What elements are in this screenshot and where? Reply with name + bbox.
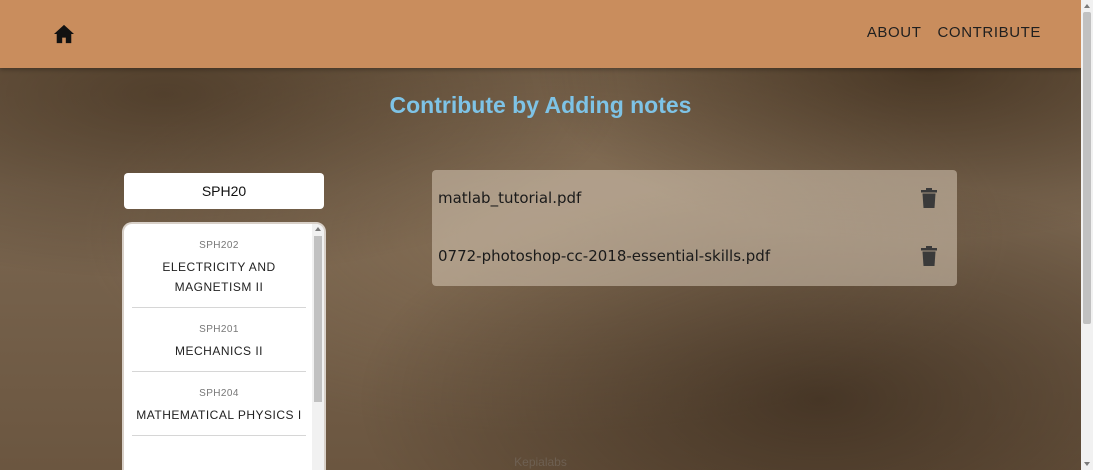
navbar: ABOUT CONTRIBUTE bbox=[0, 0, 1081, 68]
uploaded-files-panel: matlab_tutorial.pdf 0772-photoshop-cc-20… bbox=[432, 170, 957, 286]
course-search-input[interactable] bbox=[124, 173, 324, 209]
page-scrollbar[interactable] bbox=[1081, 0, 1093, 470]
course-code: SPH202 bbox=[199, 240, 239, 251]
page-scroll-thumb[interactable] bbox=[1083, 12, 1091, 324]
file-row: 0772-photoshop-cc-2018-essential-skills.… bbox=[432, 228, 957, 286]
file-row: matlab_tutorial.pdf bbox=[432, 170, 957, 228]
course-name: MATHEMATICAL PHYSICS I bbox=[136, 408, 302, 422]
page-title: Contribute by Adding notes bbox=[389, 92, 692, 118]
course-items: SPH202 ELECTRICITY AND MAGNETISM II SPH2… bbox=[132, 224, 306, 436]
course-code: SPH204 bbox=[199, 388, 239, 399]
file-name: matlab_tutorial.pdf bbox=[438, 189, 582, 207]
nav-links: ABOUT CONTRIBUTE bbox=[867, 24, 1041, 41]
course-item[interactable]: SPH201 MECHANICS II bbox=[132, 308, 306, 372]
home-icon[interactable] bbox=[53, 24, 75, 44]
nav-contribute-link[interactable]: CONTRIBUTE bbox=[938, 24, 1042, 41]
course-item[interactable]: SPH202 ELECTRICITY AND MAGNETISM II bbox=[132, 224, 306, 308]
course-list-scrollbar[interactable] bbox=[312, 224, 324, 470]
course-dropdown-list[interactable]: SPH202 ELECTRICITY AND MAGNETISM II SPH2… bbox=[122, 222, 326, 470]
footer-brand-text: Kepialabs bbox=[514, 455, 567, 469]
scroll-down-arrow-icon[interactable] bbox=[1084, 462, 1090, 466]
course-name: MECHANICS II bbox=[174, 344, 263, 358]
course-list-scroll-thumb[interactable] bbox=[314, 236, 322, 402]
trash-icon[interactable] bbox=[921, 188, 937, 208]
scroll-up-arrow-icon[interactable] bbox=[1084, 4, 1090, 8]
file-name: 0772-photoshop-cc-2018-essential-skills.… bbox=[438, 247, 771, 265]
course-item[interactable]: SPH204 MATHEMATICAL PHYSICS I bbox=[132, 372, 306, 436]
trash-icon[interactable] bbox=[921, 246, 937, 266]
course-name: ELECTRICITY AND MAGNETISM II bbox=[162, 260, 276, 294]
course-code: SPH201 bbox=[199, 324, 239, 335]
nav-about-link[interactable]: ABOUT bbox=[867, 24, 922, 41]
scroll-up-arrow-icon[interactable] bbox=[315, 227, 321, 231]
